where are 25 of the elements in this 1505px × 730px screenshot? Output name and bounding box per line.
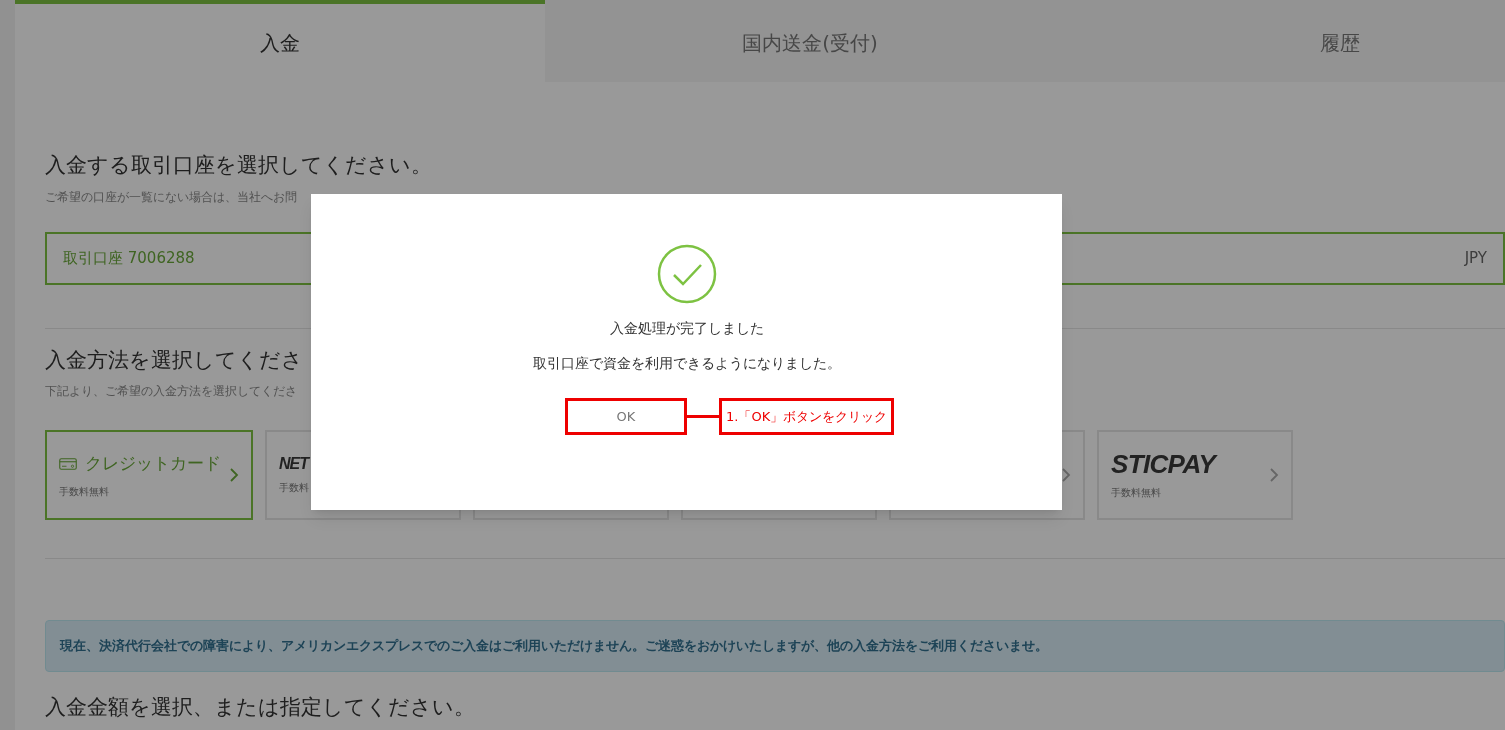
check-circle-icon <box>656 244 717 304</box>
method-logo: STICPAY <box>1111 450 1216 477</box>
fee-label: 手数料 <box>279 480 310 495</box>
dialog-message: 入金処理が完了しました <box>609 319 764 338</box>
section-note: 下記より、ご希望の入金方法を選択してくださ <box>45 383 297 400</box>
fee-label: 手数料無料 <box>1111 485 1162 500</box>
method-label: クレジットカード <box>85 451 221 475</box>
section-heading: 入金金額を選択、または指定してください。 <box>45 694 475 721</box>
credit-card-icon <box>59 455 77 472</box>
method-logo: NET <box>279 455 308 472</box>
section-note: ご希望の口座が一覧にない場合は、当社へお問 <box>45 188 297 206</box>
fee-label: 手数料無料 <box>59 485 110 500</box>
section-heading: 入金方法を選択してくださ <box>45 346 303 374</box>
payment-method-card[interactable]: STICPAY 手数料無料 <box>1097 430 1293 520</box>
annotation-label: 1.「OK」ボタンをクリック <box>719 398 895 435</box>
account-value: 取引口座 7006288 <box>63 247 195 269</box>
currency-label: JPY <box>1464 247 1487 269</box>
tab[interactable]: 履歴 <box>1075 0 1505 82</box>
leader-line <box>687 415 719 418</box>
dialog-detail: 取引口座で資金を利用できるようになりました。 <box>532 354 841 373</box>
section-heading: 入金する取引口座を選択してください。 <box>45 152 432 179</box>
ok-button[interactable]: OK <box>565 398 687 435</box>
tab[interactable]: 国内送金(受付) <box>545 0 1075 82</box>
notice-text: 現在、決済代行会社での障害により、アメリカンエクスプレスでのご入金はご利用いただけません。ご迷惑をおかけいたしますが、他の入金方法をご利用くださいませ。 <box>60 637 1048 656</box>
payment-method-card[interactable]: クレジットカード 手数料無料 <box>45 430 253 520</box>
